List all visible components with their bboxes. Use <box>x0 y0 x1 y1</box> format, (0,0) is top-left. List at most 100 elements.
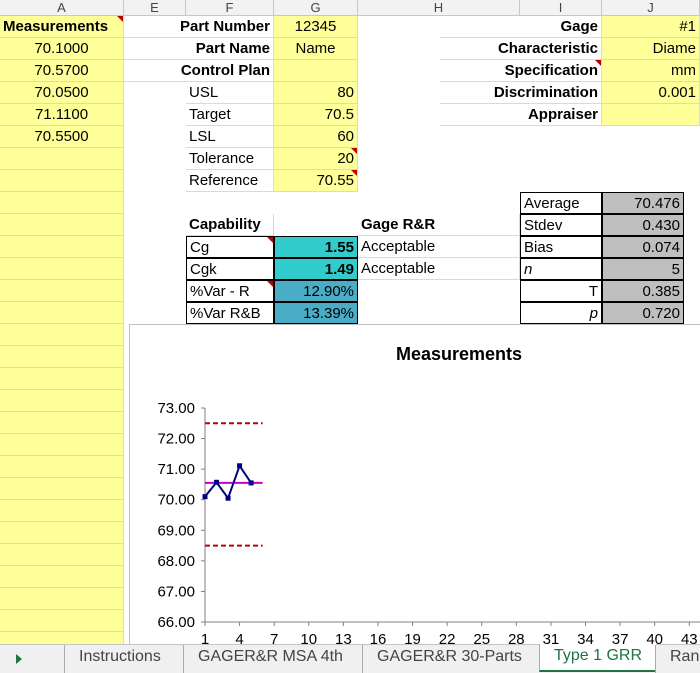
empty-cell[interactable] <box>0 214 124 236</box>
tab-gagerr-30-parts[interactable]: GAGER&R 30-Parts <box>362 645 536 673</box>
stdev-value[interactable]: 0.430 <box>602 214 684 236</box>
measurements-chart[interactable]: Measurements 66.00 67.00 68.00 69.00 70.00 71… <box>129 324 700 654</box>
empty-cell[interactable] <box>0 368 124 390</box>
empty-cell[interactable] <box>0 566 124 588</box>
p-value[interactable]: 0.720 <box>602 302 684 324</box>
empty-cell[interactable] <box>0 280 124 302</box>
empty-cell[interactable] <box>0 170 124 192</box>
var-rb-label[interactable]: %Var R&B <box>186 302 274 324</box>
empty-cell[interactable] <box>0 390 124 412</box>
measurement-cell[interactable]: 70.0500 <box>0 82 124 104</box>
var-rb-value[interactable]: 13.39% <box>274 302 358 324</box>
cg-label[interactable]: Cg <box>186 236 274 258</box>
lsl-value[interactable]: 60 <box>274 126 358 148</box>
cgk-status[interactable]: Acceptable <box>358 258 520 280</box>
tab-type1-grr[interactable]: Type 1 GRR <box>539 644 657 672</box>
empty-cell[interactable] <box>0 434 124 456</box>
gage-value[interactable]: #1 <box>602 16 700 38</box>
empty-cell[interactable] <box>0 302 124 324</box>
y-tick-label: 67.00 <box>157 583 195 600</box>
empty-cell[interactable] <box>0 610 124 632</box>
t-label[interactable]: T <box>520 280 602 302</box>
cgk-label[interactable]: Cgk <box>186 258 274 280</box>
col-header-a[interactable]: A <box>0 0 124 16</box>
empty-cell[interactable] <box>0 478 124 500</box>
empty-cell[interactable] <box>0 346 124 368</box>
empty-cell[interactable] <box>0 588 124 610</box>
part-name-label[interactable]: Part Name <box>124 38 274 60</box>
discrimination-label[interactable]: Discrimination <box>440 82 602 104</box>
empty-cell[interactable] <box>0 522 124 544</box>
measurement-cell[interactable]: 70.1000 <box>0 38 124 60</box>
control-plan-value[interactable] <box>274 60 358 82</box>
characteristic-label[interactable]: Characteristic <box>440 38 602 60</box>
usl-label[interactable]: USL <box>186 82 274 104</box>
col-header-f[interactable]: F <box>186 0 274 16</box>
appraiser-label[interactable]: Appraiser <box>440 104 602 126</box>
discrimination-value[interactable]: 0.001 <box>602 82 700 104</box>
bias-value[interactable]: 0.074 <box>602 236 684 258</box>
var-r-value[interactable]: 12.90% <box>274 280 358 302</box>
average-value[interactable]: 70.476 <box>602 192 684 214</box>
part-name-value[interactable]: Name <box>274 38 358 60</box>
reference-value[interactable]: 70.55 <box>274 170 358 192</box>
part-number-value[interactable]: 12345 <box>274 16 358 38</box>
specification-value[interactable]: mm <box>602 60 700 82</box>
bias-label[interactable]: Bias <box>520 236 602 258</box>
col-header-h[interactable]: H <box>358 0 520 16</box>
specification-label[interactable]: Specification <box>440 60 602 82</box>
appraiser-value[interactable] <box>602 104 700 126</box>
tolerance-label[interactable]: Tolerance <box>186 148 274 170</box>
y-tick-label: 73.00 <box>157 400 195 417</box>
lsl-label[interactable]: LSL <box>186 126 274 148</box>
empty-cell[interactable] <box>0 324 124 346</box>
empty-cell[interactable] <box>0 236 124 258</box>
empty-cell[interactable] <box>0 500 124 522</box>
empty-cell[interactable] <box>0 544 124 566</box>
data-point <box>202 494 208 500</box>
n-value[interactable]: 5 <box>602 258 684 280</box>
cgk-value[interactable]: 1.49 <box>274 258 358 280</box>
measurement-cell[interactable]: 71.1100 <box>0 104 124 126</box>
empty-cell[interactable] <box>0 456 124 478</box>
reference-label[interactable]: Reference <box>186 170 274 192</box>
y-tick-label: 71.00 <box>157 461 195 478</box>
stdev-label[interactable]: Stdev <box>520 214 602 236</box>
tab-instructions[interactable]: Instructions <box>64 645 175 673</box>
data-point <box>237 463 243 469</box>
tab-scroll-right-icon[interactable] <box>16 654 22 664</box>
col-header-i[interactable]: I <box>520 0 602 16</box>
target-label[interactable]: Target <box>186 104 274 126</box>
empty-cell[interactable] <box>0 632 124 644</box>
characteristic-value[interactable]: Diame <box>602 38 700 60</box>
part-number-label[interactable]: Part Number <box>124 16 274 38</box>
measurements-header[interactable]: Measurements <box>0 16 124 38</box>
cg-value[interactable]: 1.55 <box>274 236 358 258</box>
empty-cell[interactable] <box>0 412 124 434</box>
empty-cell[interactable] <box>0 192 124 214</box>
cg-status[interactable]: Acceptable <box>358 236 520 258</box>
data-point <box>248 480 254 486</box>
measurement-cell[interactable]: 70.5700 <box>0 60 124 82</box>
col-header-g[interactable]: G <box>274 0 358 16</box>
target-value[interactable]: 70.5 <box>274 104 358 126</box>
average-label[interactable]: Average <box>520 192 602 214</box>
gage-label[interactable]: Gage <box>440 16 602 38</box>
var-r-label[interactable]: %Var - R <box>186 280 274 302</box>
empty-cell[interactable] <box>0 258 124 280</box>
measurement-cell[interactable]: 70.5500 <box>0 126 124 148</box>
n-label[interactable]: n <box>520 258 602 280</box>
col-header-j[interactable]: J <box>602 0 700 16</box>
usl-value[interactable]: 80 <box>274 82 358 104</box>
gage-rr-title: Gage R&R <box>358 214 520 236</box>
tab-gagerr-msa-4th[interactable]: GAGER&R MSA 4th <box>183 645 357 673</box>
empty-cell[interactable] <box>0 148 124 170</box>
tolerance-value[interactable]: 20 <box>274 148 358 170</box>
y-tick-label: 72.00 <box>157 431 195 448</box>
t-value[interactable]: 0.385 <box>602 280 684 302</box>
tab-rand[interactable]: Rand <box>655 645 700 673</box>
data-point <box>225 495 231 501</box>
col-header-e[interactable]: E <box>124 0 186 16</box>
control-plan-label[interactable]: Control Plan <box>124 60 274 82</box>
p-label[interactable]: p <box>520 302 602 324</box>
